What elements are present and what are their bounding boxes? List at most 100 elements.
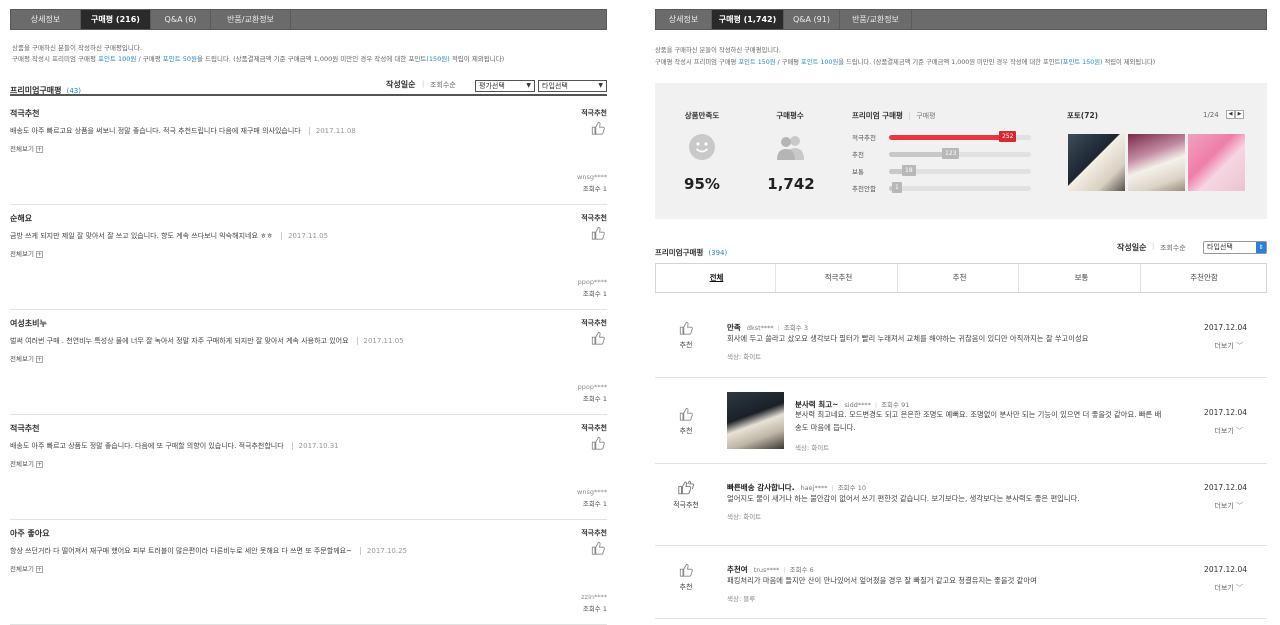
reviewer-id: dkst****: [746, 324, 774, 332]
tab-return[interactable]: 반품/교환정보: [840, 10, 912, 29]
review-title: 빠른배송 감사합니다.: [727, 483, 795, 492]
photo-prev-button[interactable]: ◀: [1226, 110, 1235, 119]
sort-divider: |: [1152, 242, 1155, 250]
distribution-row: 추천안함 1: [852, 182, 1032, 194]
chevron-down-icon: ▼: [598, 82, 603, 89]
section-title: 프리미엄구매평: [655, 248, 704, 257]
more-link[interactable]: 더보기 ﹀: [1214, 501, 1243, 511]
distribution-count: 18: [902, 165, 916, 176]
review-text: 항상 쓰던거라 다 떨어져서 재구매 했어요 피부 트러블이 많은편이라 다른비…: [10, 546, 408, 556]
rating-badge: 적극추천: [581, 424, 607, 432]
review-date: 2017.12.04: [1204, 408, 1247, 417]
photo-thumbnail[interactable]: [1068, 134, 1125, 191]
view-all-link[interactable]: 전체보기 +: [10, 248, 43, 258]
reviewer-id: ppop****: [577, 383, 607, 391]
more-link[interactable]: 더보기 ﹀: [1214, 426, 1243, 436]
distribution-track: [889, 186, 1031, 191]
photo-thumbnail[interactable]: [1128, 134, 1185, 191]
left-review-panel: 상세정보 구매평 (216) Q&A (6) 반품/교환정보 상품을 구매하신 …: [0, 0, 620, 625]
reviewer-value: 1,742: [767, 175, 815, 193]
thumbs-up-icon: [591, 435, 605, 450]
tab-qna[interactable]: Q&A (6): [151, 10, 211, 29]
review-title: 적극추천: [10, 109, 40, 118]
review-text: 얼어지도 물이 새거나 하는 불안감이 없어서 쓰기 편한것 같습니다. 보기보…: [727, 494, 1080, 503]
thumbs-up-icon: [591, 225, 605, 240]
view-all-link[interactable]: 전체보기 +: [10, 563, 43, 573]
view-all-label: 전체보기: [10, 145, 34, 153]
view-count: 조회수 1: [582, 605, 607, 613]
view-all-link[interactable]: 전체보기 +: [10, 353, 43, 363]
filter-tab[interactable]: 추천안함: [1145, 264, 1263, 292]
review-option: 색상: 블루: [727, 595, 756, 603]
more-label: 더보기: [1214, 427, 1234, 435]
type-select[interactable]: 타입선택 ▼: [538, 80, 607, 92]
filter-tab[interactable]: 보통: [1023, 264, 1141, 292]
tab-detail[interactable]: 상세정보: [656, 10, 712, 29]
view-all-label: 전체보기: [10, 460, 34, 468]
review-body: 배송도 아주 빠르고요 상품을 써보니 정말 좋습니다. 적극 추천드립니다 다…: [10, 127, 301, 135]
review-body: 벌써 여러번 구매 . 천연비누 특성상 물에 너무 잘 녹아서 정말 자주 구…: [10, 337, 349, 345]
rating-select[interactable]: 평가선택 ▼: [475, 80, 535, 92]
distribution-label: 추천안함: [852, 185, 876, 193]
photo-thumbnail[interactable]: [1188, 134, 1245, 191]
sort-views[interactable]: 조회수순: [1160, 243, 1186, 253]
thumbs-up-icon: [591, 436, 605, 450]
review-date: 2017.12.04: [1204, 323, 1247, 332]
more-link[interactable]: 더보기 ﹀: [1214, 341, 1243, 351]
filter-tab[interactable]: 적극추천: [780, 264, 898, 292]
sort-date[interactable]: 작성일순: [1117, 242, 1146, 253]
rating-label: 추천: [679, 583, 693, 591]
thumbs-up-icon: [591, 226, 605, 240]
review-item: 적극추천 빠른배송 감사합니다. haej**** | 조회수 10 얼어지도 물이 새거…: [655, 464, 1267, 546]
review-text: 패킹처리가 마음에 들지만 산이 안나있어서 엎어졌을 경우 잘 빠질거 같고요…: [727, 576, 1037, 585]
review-text: 벌써 여러번 구매 . 천연비누 특성상 물에 너무 잘 녹아서 정말 자주 구…: [10, 336, 404, 346]
tab-return[interactable]: 반품/교환정보: [211, 10, 291, 29]
sort-date[interactable]: 작성일순: [386, 79, 415, 90]
more-label: 더보기: [1214, 502, 1234, 510]
distribution-count: 252: [999, 131, 1017, 142]
chevron-down-icon: ﹀: [1236, 427, 1243, 435]
filter-tab[interactable]: 전체: [658, 264, 776, 292]
view-count: 조회수 10: [837, 484, 866, 492]
sort-views[interactable]: 조회수순: [430, 80, 456, 90]
review-option: 색상: 화이트: [727, 353, 762, 361]
tab-reviews[interactable]: 구매평 (1,742): [712, 10, 784, 29]
distribution-row: 적극추천 252: [852, 131, 1032, 143]
review-photo[interactable]: [727, 392, 784, 449]
review-title: 만족: [727, 323, 741, 332]
type-select[interactable]: 타입선택 ⇕: [1203, 241, 1267, 254]
distribution-fill: [889, 152, 946, 157]
reviewer-id: trus****: [753, 566, 780, 574]
tab-detail[interactable]: 상세정보: [11, 10, 81, 29]
view-count: 조회수 1: [582, 185, 607, 193]
review-text: 배송도 아주 빠르고요 상품을 써보니 정말 좋습니다. 적극 추천드립니다 다…: [10, 126, 356, 136]
left-tab-bar: 상세정보 구매평 (216) Q&A (6) 반품/교환정보: [10, 9, 607, 30]
section-count: (43): [66, 87, 81, 95]
rating-label: 추천: [679, 341, 693, 349]
users-icon: [777, 136, 804, 160]
view-count: 조회수 1: [582, 500, 607, 508]
thumbs-up-icon: [679, 563, 693, 577]
thumbs-up-icon: [679, 406, 693, 421]
more-link[interactable]: 더보기 ﹀: [1214, 583, 1243, 593]
tab-qna[interactable]: Q&A (91): [784, 10, 840, 29]
section-count: (394): [708, 249, 728, 257]
rating-select-value: 평가선택: [479, 82, 505, 90]
tab-reviews[interactable]: 구매평 (216): [81, 10, 151, 29]
rating-badge: 적극추천: [581, 319, 607, 327]
review-title: 순해요: [10, 214, 33, 223]
dist-subtitle: 구매평: [916, 112, 936, 120]
photo-next-button[interactable]: ▶: [1235, 110, 1244, 119]
distribution-label: 적극추천: [852, 134, 876, 142]
plus-icon: +: [35, 250, 43, 258]
view-all-link[interactable]: 전체보기 +: [10, 143, 43, 153]
divider: |: [831, 484, 834, 492]
divider: |: [783, 566, 786, 574]
distribution-header: 프리미엄 구매평 | 구매평: [852, 111, 936, 120]
review-body: 항상 쓰던거라 다 떨어져서 재구매 했어요 피부 트러블이 많은편이라 다른비…: [10, 547, 352, 555]
view-all-link[interactable]: 전체보기 +: [10, 458, 43, 468]
thumbs-up-icon: [591, 541, 605, 555]
review-item: 여성초비누 적극추천 벌써 여러번 구매 . 천연비누 특성상 물에 너무 잘 녹아…: [10, 311, 607, 415]
filter-tab[interactable]: 추천: [901, 264, 1019, 292]
chevron-down-icon: ﹀: [1236, 342, 1243, 350]
